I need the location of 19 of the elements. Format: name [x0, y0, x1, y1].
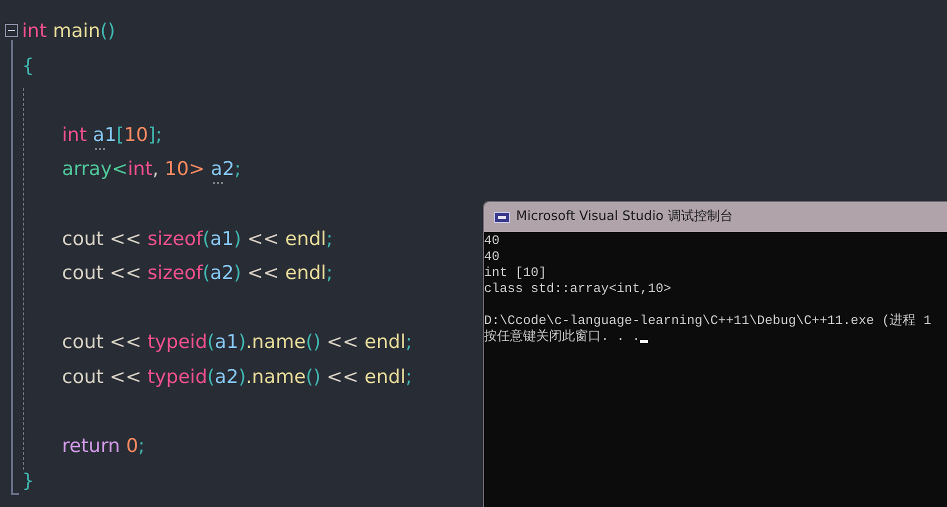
console-output-line: 40	[484, 249, 500, 265]
code-line: cout << typeid(a2).name() << endl;	[62, 364, 412, 390]
console-output-line: D:\Ccode\c-language-learning\C++11\Debug\C++11.exe (进程 1	[484, 313, 932, 329]
code-line: }	[22, 468, 34, 494]
fold-toggle-icon[interactable]	[5, 24, 18, 37]
code-line: cout << sizeof(a2) << endl;	[62, 261, 333, 286]
console-output-line: int [10]	[484, 265, 546, 281]
code-line: {	[22, 54, 34, 79]
code-line: cout << typeid(a1).name() << endl;	[62, 330, 412, 356]
console-output-line: 按任意键关闭此窗口. . .	[484, 329, 640, 345]
code-line: int main()	[22, 19, 116, 44]
console-output-line: class std::array<int,10>	[484, 281, 672, 297]
console-app-icon	[494, 212, 510, 222]
window-title: Microsoft Visual Studio 调试控制台	[516, 208, 733, 226]
code-line: int a1[10];	[62, 120, 162, 150]
code-line: cout << sizeof(a1) << endl;	[62, 226, 333, 252]
code-line: array<int, 10> a2;	[62, 155, 241, 184]
console-output-line: 40	[484, 233, 500, 249]
code-line: return 0;	[62, 434, 145, 460]
